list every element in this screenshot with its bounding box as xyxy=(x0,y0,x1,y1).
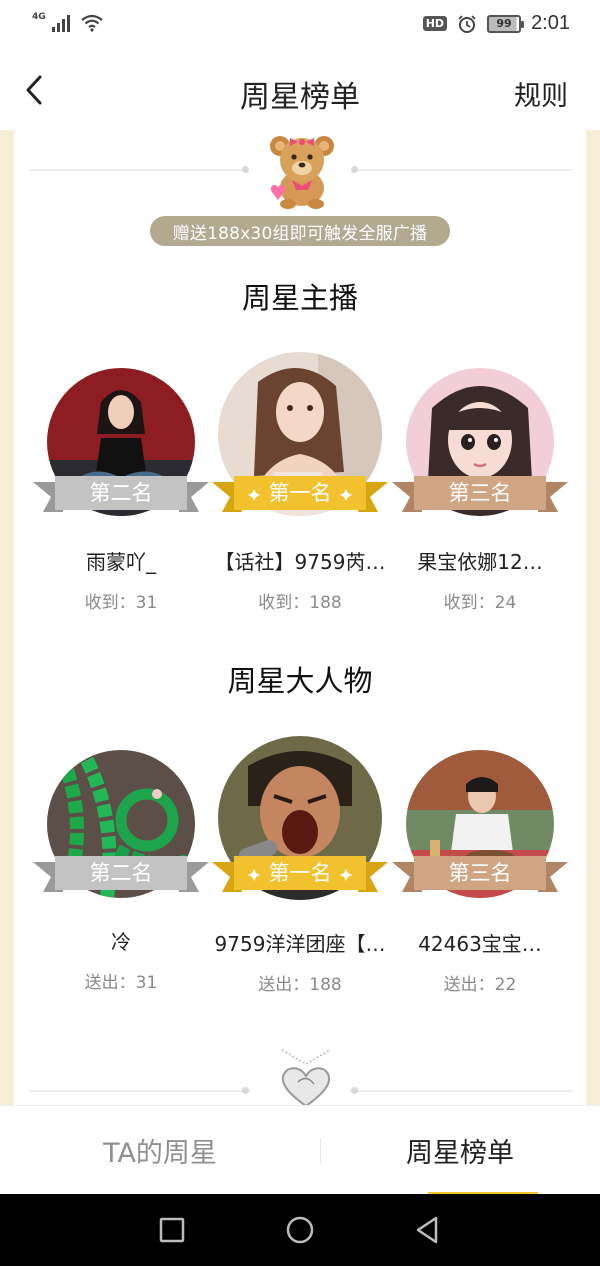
received-count: 收到：24 xyxy=(443,593,517,613)
host-name: 果宝依娜12… xyxy=(417,550,543,574)
host-name: 【话社】9759芮… xyxy=(214,550,386,574)
divider-line-left xyxy=(30,169,242,171)
rank-label: 第一名 xyxy=(268,861,332,885)
weekly-star-card: 赠送188x30组即可触发全服广播 周星主播 第二名 雨蒙吖_ 收到：31 第一… xyxy=(14,130,586,1105)
vip-name: 9759洋洋团座【… xyxy=(214,932,386,956)
vip-name: 42463宝宝… xyxy=(418,932,542,956)
status-bar: 4G HD 99 2:01 xyxy=(0,0,600,52)
received-count: 收到：31 xyxy=(84,593,158,613)
rank-label: 第二名 xyxy=(89,861,153,885)
alarm-icon xyxy=(458,14,476,33)
divider-dot xyxy=(351,166,358,173)
system-nav-bar xyxy=(0,1194,600,1266)
vip-name: 冷 xyxy=(111,930,131,954)
bottom-tabs: TA的周星 周星榜单 xyxy=(0,1105,600,1196)
sent-count: 送出：31 xyxy=(84,973,158,993)
divider-dot xyxy=(351,1087,358,1094)
sent-count: 送出：22 xyxy=(443,975,517,995)
section-title-vips: 周星大人物 xyxy=(227,664,373,698)
vip-rank-1[interactable]: 第一名 9759洋洋团座【… 送出：188 xyxy=(212,734,388,995)
rank-label: 第三名 xyxy=(448,481,512,505)
heart-pendant-icon xyxy=(281,1049,331,1105)
rank-label: 第二名 xyxy=(89,481,153,505)
divider-line-left xyxy=(30,1090,242,1092)
broadcast-hint: 赠送188x30组即可触发全服广播 xyxy=(150,216,450,246)
home-icon[interactable] xyxy=(284,1214,316,1246)
page-title: 周星榜单 xyxy=(240,80,360,115)
recent-apps-icon[interactable] xyxy=(156,1214,188,1246)
received-count: 收到：188 xyxy=(258,593,342,613)
sent-count: 送出：188 xyxy=(258,975,342,995)
rank-label: 第三名 xyxy=(448,861,512,885)
signal-icon xyxy=(51,15,70,32)
divider-dot xyxy=(242,166,249,173)
section-title-hosts: 周星主播 xyxy=(241,281,358,315)
divider-dot xyxy=(242,1087,249,1094)
back-nav-icon[interactable] xyxy=(412,1214,444,1246)
app-header: 周星榜单 规则 xyxy=(0,52,600,130)
host-rank-3[interactable]: 第三名 果宝依娜12… 收到：24 xyxy=(392,350,568,613)
teddy-bear-icon xyxy=(270,136,334,209)
clock: 2:01 xyxy=(531,12,570,34)
host-rank-1[interactable]: 第一名 【话社】9759芮… 收到：188 xyxy=(212,350,388,613)
network-type: 4G xyxy=(32,12,46,22)
divider-line-right xyxy=(358,1090,572,1092)
tab-my-weekly-star[interactable]: TA的周星 xyxy=(0,1106,320,1195)
divider-line-right xyxy=(358,169,572,171)
rules-button[interactable]: 规则 xyxy=(514,74,568,113)
hd-badge: HD xyxy=(422,16,448,31)
battery-indicator: 99 xyxy=(487,14,525,33)
rank-label: 第一名 xyxy=(268,481,332,505)
battery-level: 99 xyxy=(496,17,512,30)
vip-rank-3[interactable]: 第三名 42463宝宝… 送出：22 xyxy=(392,734,568,995)
tab-weekly-star-ranking[interactable]: 周星榜单 xyxy=(320,1106,600,1195)
wifi-icon xyxy=(80,14,103,32)
host-name: 雨蒙吖_ xyxy=(86,550,156,574)
vip-rank-2[interactable]: 第二名 冷 送出：31 xyxy=(33,734,209,994)
host-rank-2[interactable]: 第二名 雨蒙吖_ 收到：31 xyxy=(33,350,209,613)
